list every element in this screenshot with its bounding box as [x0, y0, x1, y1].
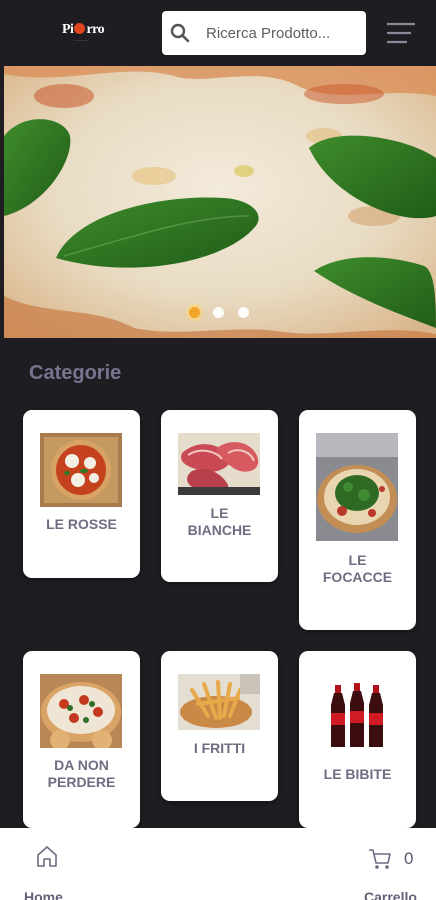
category-card-da-non-perdere[interactable]: DA NON PERDERE — [23, 651, 140, 828]
logo-text: Pi rro — [62, 22, 105, 37]
search-box — [162, 11, 366, 55]
nav-cart-label: Carrello — [364, 889, 417, 900]
cola-bottles-photo — [329, 681, 385, 751]
app-root: Pi rro ⋯⋯⋯ Ricerca Prodotto... Categorie… — [0, 0, 436, 900]
red-pizza-photo — [40, 433, 122, 507]
focaccia-rucola-photo — [316, 433, 398, 541]
category-label: LE BIBITE — [323, 766, 392, 782]
category-card-le-bibite[interactable]: LE BIBITE — [299, 651, 416, 828]
nav-home[interactable]: Home — [22, 844, 72, 900]
nav-home-label: Home — [24, 889, 63, 900]
carousel-dot-1[interactable] — [186, 304, 203, 321]
special-pizza-photo — [40, 674, 122, 748]
top-header: Pi rro ⋯⋯⋯ — [0, 0, 436, 66]
prosciutto-white-pizza-photo — [178, 433, 260, 495]
carousel-dot-2[interactable] — [213, 307, 224, 318]
fries-photo — [178, 674, 260, 730]
category-label: LE FOCACCE — [322, 552, 393, 585]
category-label: LE ROSSE — [46, 516, 117, 532]
category-label: LE BIANCHE — [187, 505, 252, 538]
nav-cart[interactable]: 0 Carrello — [360, 844, 430, 900]
cart-count-badge: 0 — [404, 849, 414, 868]
carousel-dot-3[interactable] — [238, 307, 249, 318]
category-card-le-bianche[interactable]: LE BIANCHE — [161, 410, 278, 582]
search-input[interactable] — [206, 11, 360, 55]
bottom-navigation: Home 0 Carrello — [0, 828, 436, 900]
home-icon — [37, 846, 57, 867]
category-label: I FRITTI — [193, 740, 246, 756]
search-icon[interactable] — [170, 23, 190, 43]
brand-logo[interactable]: Pi rro ⋯⋯⋯ — [62, 20, 116, 46]
hero-pizza-image — [4, 66, 436, 338]
category-card-i-fritti[interactable]: I FRITTI — [161, 651, 278, 801]
category-card-le-focacce[interactable]: LE FOCACCE — [299, 410, 416, 630]
hero-carousel[interactable] — [4, 66, 436, 338]
carousel-indicators — [4, 303, 436, 323]
category-label: DA NON PERDERE — [47, 757, 116, 790]
cart-icon — [369, 849, 391, 869]
hamburger-menu-icon[interactable] — [385, 20, 417, 46]
logo-tagline-mark: ⋯⋯⋯ — [74, 38, 88, 43]
categories-title: Categorie — [29, 362, 122, 384]
category-card-le-rosse[interactable]: LE ROSSE — [23, 410, 140, 578]
